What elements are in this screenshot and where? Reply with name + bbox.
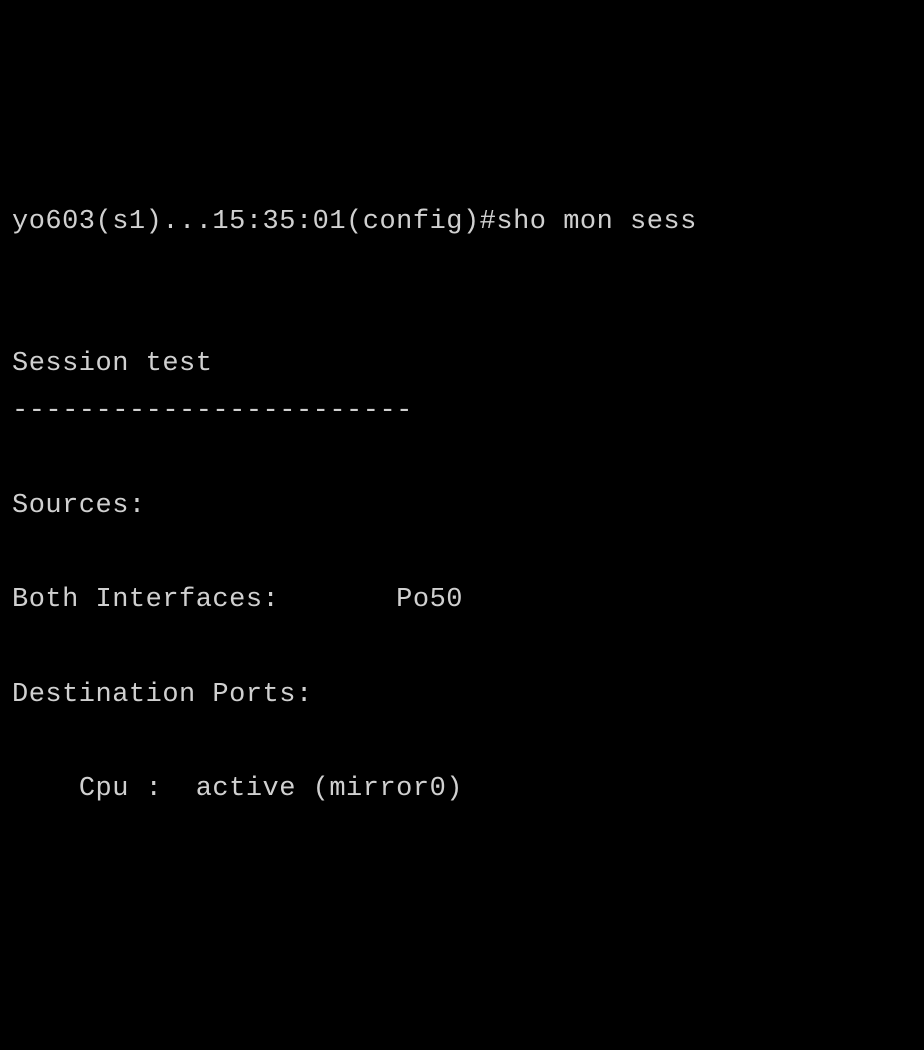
separator-line: ------------------------: [12, 396, 413, 426]
terminal-command: sho mon sess: [496, 199, 696, 246]
destination-ports-label: Destination Ports:: [12, 680, 313, 710]
terminal-prompt: yo603(s1)...15:35:01(config)#: [12, 199, 496, 246]
both-interfaces-value: Po50: [396, 585, 463, 615]
session-header: Session test: [12, 349, 212, 379]
cpu-status: active (mirror0): [196, 774, 463, 804]
cpu-label: Cpu :: [79, 774, 163, 804]
both-interfaces-label: Both Interfaces:: [12, 585, 279, 615]
terminal-window[interactable]: yo603(s1)...15:35:01(config)#sho mon ses…: [12, 199, 912, 813]
sources-label: Sources:: [12, 491, 146, 521]
